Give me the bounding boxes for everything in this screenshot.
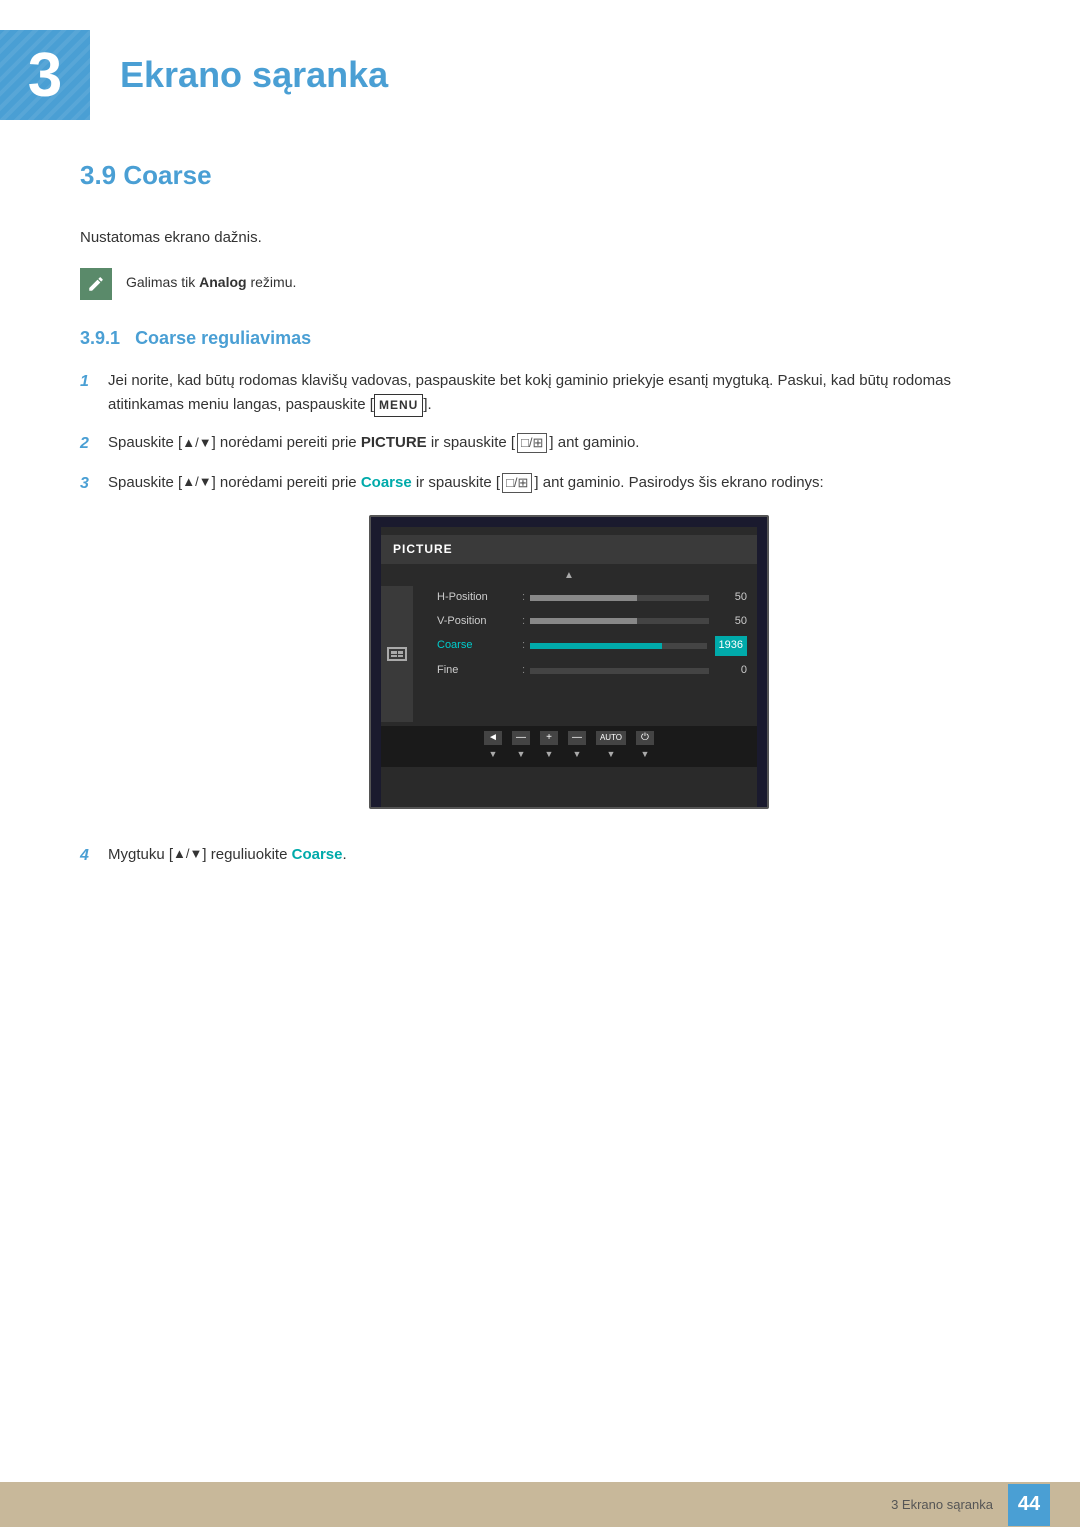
subsection-title: 3.9.1 Coarse reguliavimas: [80, 328, 1000, 349]
osd-btn-left: ◄ ▼: [484, 731, 502, 761]
osd-btn-power: ⏻ ▼: [636, 731, 654, 761]
osd-rows: H-Position : 50: [417, 586, 757, 722]
page-content: 3.9 Coarse Nustatomas ekrano dažnis. Gal…: [0, 160, 1080, 968]
step-number: 3: [80, 471, 108, 497]
bar-bg: [530, 618, 709, 624]
bar-container: [530, 595, 709, 601]
row-label: V-Position: [437, 613, 517, 631]
coarse-text: Coarse: [292, 846, 343, 863]
osd-btn-right: — ▼: [568, 731, 586, 761]
chapter-number: 3: [28, 40, 62, 111]
row-value: 0: [717, 662, 747, 680]
section-number: 3.9: [80, 160, 116, 190]
osd-row: Fine : 0: [417, 659, 757, 683]
row-label: H-Position: [437, 589, 517, 607]
step-number: 2: [80, 431, 108, 457]
btn-label: ▼: [573, 747, 582, 761]
footer-text: 3 Ekrano sąranka: [891, 1497, 993, 1512]
list-item: 3 Spauskite [▲/▼] norėdami pereiti prie …: [80, 471, 1000, 829]
nav-arrows: ▲/▼: [173, 844, 202, 865]
menu-key: MENU: [374, 394, 423, 417]
bar-bg: [530, 643, 706, 649]
bar-bg: [530, 668, 709, 674]
bar-fill: [530, 595, 637, 601]
picture-label: PICTURE: [361, 434, 427, 451]
monitor-screenshot: PICTURE ▲: [138, 515, 1000, 809]
power-icon: ⏻: [636, 731, 654, 745]
row-value: 50: [717, 613, 747, 631]
section-heading: Coarse: [123, 160, 211, 190]
plus-icon: +: [540, 731, 558, 745]
bar-container: [530, 643, 706, 649]
step-content: Jei norite, kad būtų rodomas klavišų vad…: [108, 369, 1000, 417]
monitor-screen: PICTURE ▲: [369, 515, 769, 809]
step-number: 4: [80, 843, 108, 869]
page-header: 3 Ekrano sąranka: [0, 0, 1080, 140]
btn-label: ▼: [517, 747, 526, 761]
osd-row-selected: Coarse : 1936: [417, 633, 757, 659]
step-content: Mygtuku [▲/▼] reguliuokite Coarse.: [108, 843, 1000, 867]
right-icon: —: [568, 731, 586, 745]
bar-fill-teal: [530, 643, 662, 649]
row-value-highlight: 1936: [715, 636, 747, 656]
note-icon: [80, 268, 112, 300]
osd-up-arrow: ▲: [381, 568, 757, 584]
steps-list: 1 Jei norite, kad būtų rodomas klavišų v…: [80, 369, 1000, 868]
note-text: Galimas tik Analog režimu.: [126, 268, 296, 290]
step-content: Spauskite [▲/▼] norėdami pereiti prie PI…: [108, 431, 1000, 455]
step-content: Spauskite [▲/▼] norėdami pereiti prie Co…: [108, 471, 1000, 829]
osd-row: H-Position : 50: [417, 586, 757, 610]
row-value: 50: [717, 589, 747, 607]
osd-row: V-Position : 50: [417, 610, 757, 634]
list-item: 1 Jei norite, kad būtų rodomas klavišų v…: [80, 369, 1000, 417]
btn-label: ▼: [489, 747, 498, 761]
subsection-heading: Coarse reguliavimas: [135, 328, 311, 348]
enter-icon: □/⊞: [517, 433, 547, 453]
pencil-icon: [87, 275, 105, 293]
osd-btn-auto: AUTO ▼: [596, 731, 626, 761]
minus-icon: —: [512, 731, 530, 745]
left-icon: ◄: [484, 731, 502, 745]
row-label: Coarse: [437, 637, 517, 655]
coarse-label: Coarse: [361, 474, 412, 491]
page-footer: 3 Ekrano sąranka 44: [0, 1482, 1080, 1527]
bar-container: [530, 668, 709, 674]
body-text: Nustatomas ekrano dažnis.: [80, 226, 1000, 250]
note-box: Galimas tik Analog režimu.: [80, 268, 1000, 300]
bar-fill: [530, 618, 637, 624]
subsection-number: 3.9.1: [80, 328, 120, 348]
list-item: 4 Mygtuku [▲/▼] reguliuokite Coarse.: [80, 843, 1000, 869]
auto-icon: AUTO: [596, 731, 626, 745]
osd-menu: PICTURE ▲: [381, 527, 757, 807]
osd-btn-minus: — ▼: [512, 731, 530, 761]
btn-label: ▼: [607, 747, 616, 761]
chapter-title: Ekrano sąranka: [120, 54, 388, 96]
btn-label: ▼: [545, 747, 554, 761]
btn-label: ▼: [641, 747, 650, 761]
section-title: 3.9 Coarse: [80, 160, 1000, 201]
osd-bottom-bar: ◄ ▼ — ▼ + ▼: [381, 726, 757, 766]
enter-icon: □/⊞: [502, 473, 532, 493]
list-item: 2 Spauskite [▲/▼] norėdami pereiti prie …: [80, 431, 1000, 457]
bar-container: [530, 618, 709, 624]
bar-bg: [530, 595, 709, 601]
nav-arrows: ▲/▼: [182, 472, 211, 493]
row-label: Fine: [437, 662, 517, 680]
chapter-box: 3: [0, 30, 90, 120]
osd-btn-plus: + ▼: [540, 731, 558, 761]
osd-header: PICTURE: [381, 535, 757, 564]
page-number: 44: [1008, 1484, 1050, 1526]
nav-arrows: ▲/▼: [182, 433, 211, 454]
step-number: 1: [80, 369, 108, 395]
